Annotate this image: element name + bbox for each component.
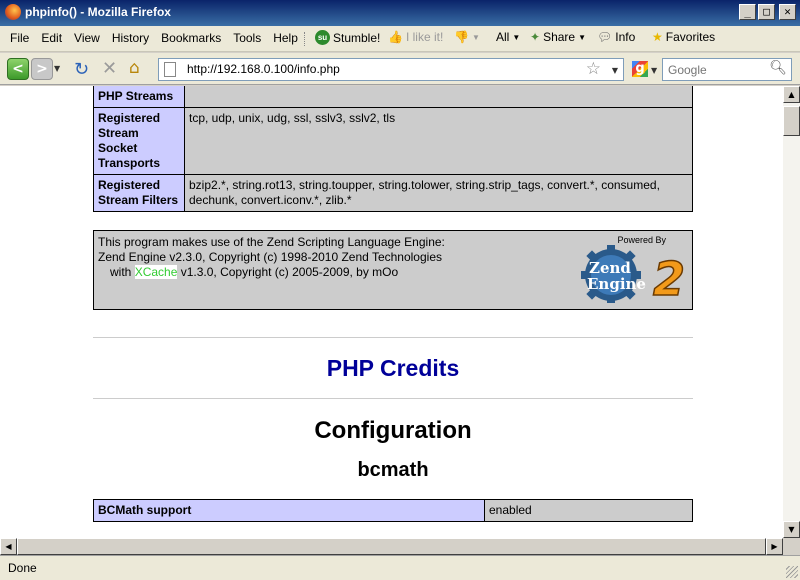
- home-icon[interactable]: ⌂: [129, 58, 140, 78]
- search-bar[interactable]: 🔍︎: [662, 58, 792, 81]
- menu-list: File Edit View History Bookmarks Tools Help: [4, 31, 304, 45]
- menu-help[interactable]: Help: [267, 31, 304, 45]
- search-icon[interactable]: 🔍︎: [769, 60, 787, 76]
- table-row: Registered Stream Socket Transports tcp,…: [93, 107, 693, 175]
- scroll-right-button[interactable]: ▶: [766, 538, 783, 555]
- module-heading: bcmath: [357, 459, 429, 481]
- menu-tools[interactable]: Tools: [227, 31, 267, 45]
- chevron-down-icon: ▼: [578, 32, 587, 42]
- row-label: Registered Stream Filters: [93, 174, 185, 212]
- xcache-link[interactable]: XCache: [134, 265, 178, 279]
- share-button[interactable]: ✦ Share ▼: [530, 30, 586, 44]
- bookmark-star-icon[interactable]: ☆: [586, 59, 601, 79]
- chevron-down-icon: ▼: [512, 32, 521, 42]
- stumble-button[interactable]: su Stumble!: [315, 30, 380, 45]
- php-credits-heading: PHP Credits: [93, 355, 693, 382]
- favorites-button[interactable]: ★ Favorites: [652, 30, 715, 44]
- menu-history[interactable]: History: [106, 31, 155, 45]
- close-window-button[interactable]: ✕: [779, 4, 796, 20]
- bcmath-table: BCMath support enabled: [93, 499, 693, 522]
- firefox-icon: [5, 4, 21, 20]
- row-value: bzip2.*, string.rot13, string.toupper, s…: [184, 174, 693, 212]
- status-text: Done: [8, 561, 37, 575]
- forward-button[interactable]: >: [31, 58, 53, 80]
- page-icon: [164, 62, 176, 77]
- row-value: [184, 86, 693, 108]
- row-label: Registered Stream Socket Transports: [93, 107, 185, 175]
- back-button[interactable]: <: [7, 58, 29, 80]
- dislike-button[interactable]: 👎 ▼: [454, 30, 480, 44]
- logo-text-engine: Engine: [587, 275, 646, 293]
- navigation-bar: < > ▼ ↻ ✕ ⌂ http://192.168.0.100/info.ph…: [0, 53, 800, 85]
- table-row: Registered Stream Filters bzip2.*, strin…: [93, 174, 693, 212]
- menu-bookmarks[interactable]: Bookmarks: [155, 31, 227, 45]
- thumbs-down-icon: 👎: [454, 30, 469, 44]
- resize-grip[interactable]: [786, 566, 798, 578]
- php-credits-link[interactable]: PHP Credits: [327, 355, 460, 381]
- info-label: Info: [615, 30, 636, 44]
- row-value: enabled: [484, 499, 693, 522]
- window-title: phpinfo() - Mozilla Firefox: [25, 5, 171, 19]
- chevron-down-icon: ▼: [651, 66, 658, 75]
- history-dropdown-icon[interactable]: ▼: [54, 64, 60, 73]
- status-bar: Done: [0, 555, 800, 580]
- share-icon: ✦: [530, 30, 541, 44]
- menu-file[interactable]: File: [4, 31, 35, 45]
- google-icon: g: [632, 61, 648, 77]
- info-button[interactable]: 💬︎ Info: [597, 30, 635, 44]
- speech-bubble-icon: 💬︎: [597, 30, 613, 44]
- maximize-button[interactable]: □: [758, 4, 775, 20]
- scroll-left-button[interactable]: ◀: [0, 538, 17, 555]
- page-viewport[interactable]: PHP Streams Registered Stream Socket Tra…: [0, 86, 783, 538]
- url-bar[interactable]: http://192.168.0.100/info.php ☆ ▼: [158, 58, 624, 81]
- menu-edit[interactable]: Edit: [35, 31, 68, 45]
- stumbleupon-icon: su: [315, 30, 330, 45]
- scroll-up-button[interactable]: ▲: [783, 86, 800, 103]
- url-text: http://192.168.0.100/info.php: [187, 62, 340, 76]
- table-row: PHP Streams: [93, 86, 693, 108]
- thumbs-up-icon: 👍: [388, 30, 403, 44]
- row-label: BCMath support: [93, 499, 485, 522]
- horizontal-scroll-thumb[interactable]: [17, 538, 766, 555]
- menu-view[interactable]: View: [68, 31, 106, 45]
- reload-icon[interactable]: ↻: [74, 59, 89, 80]
- scrollbar-corner: [783, 538, 800, 555]
- minimize-button[interactable]: _: [739, 4, 756, 20]
- stumble-label: Stumble!: [333, 30, 381, 45]
- scroll-down-button[interactable]: ▼: [783, 521, 800, 538]
- star-icon: ★: [652, 30, 663, 44]
- phpinfo-content: PHP Streams Registered Stream Socket Tra…: [93, 86, 693, 522]
- like-button[interactable]: 👍 I like it!: [388, 30, 443, 44]
- search-input[interactable]: [668, 60, 768, 79]
- row-label: PHP Streams: [93, 86, 185, 108]
- toolbar-grip: [304, 32, 307, 46]
- share-label: Share: [543, 30, 576, 44]
- all-label: All: [496, 30, 510, 44]
- dislike-dropdown-icon: ▼: [471, 32, 480, 42]
- zend-engine-box: This program makes use of the Zend Scrip…: [93, 230, 693, 310]
- title-bar: phpinfo() - Mozilla Firefox _ □ ✕: [0, 0, 800, 26]
- all-dropdown[interactable]: All ▼: [496, 30, 520, 44]
- menu-bar: File Edit View History Bookmarks Tools Help su…: [0, 26, 800, 52]
- vertical-scroll-thumb[interactable]: [783, 106, 800, 136]
- window-controls: _ □ ✕: [739, 4, 796, 20]
- zend-line-3-suffix: v1.3.0, Copyright (c) 2005-2009, by mOo: [180, 265, 399, 279]
- table-row: BCMath support enabled: [93, 499, 693, 522]
- url-dropdown-icon[interactable]: ▼: [612, 66, 618, 75]
- horizontal-scrollbar[interactable]: ◀ ▶: [0, 538, 783, 555]
- logo-number: 2: [653, 252, 685, 305]
- favorites-label: Favorites: [665, 30, 716, 44]
- zend-engine-logo[interactable]: Zend Engine 2: [573, 235, 688, 305]
- zend-line-3-prefix: with: [110, 265, 132, 279]
- streams-table: PHP Streams Registered Stream Socket Tra…: [93, 86, 693, 212]
- row-value: tcp, udp, unix, udg, ssl, sslv3, sslv2, …: [184, 107, 693, 175]
- like-label: I like it!: [405, 30, 444, 44]
- configuration-heading: Configuration: [314, 417, 472, 444]
- search-engine-selector[interactable]: g ▼: [630, 59, 660, 80]
- stop-icon[interactable]: ✕: [102, 58, 117, 79]
- vertical-scrollbar[interactable]: ▲ ▼: [783, 86, 800, 538]
